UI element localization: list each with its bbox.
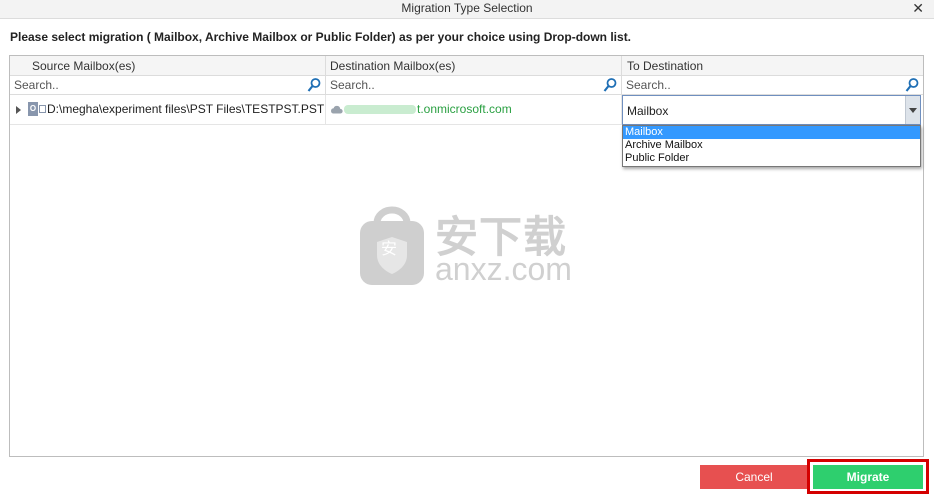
search-icon[interactable] <box>307 77 321 93</box>
column-header-source[interactable]: Source Mailbox(es) <box>10 56 326 76</box>
destination-search-input[interactable] <box>328 77 583 93</box>
pst-file-icon: O <box>28 102 38 116</box>
expand-arrow-icon[interactable] <box>16 106 21 114</box>
source-search-input[interactable] <box>12 77 284 93</box>
option-archive-mailbox[interactable]: Archive Mailbox <box>623 139 920 152</box>
close-icon[interactable]: ✕ <box>912 0 924 17</box>
watermark: 安 安下载 anxz.com <box>357 205 577 290</box>
to-destination-search-cell <box>622 76 923 95</box>
search-icon[interactable] <box>603 77 617 93</box>
watermark-url: anxz.com <box>435 251 572 287</box>
dropdown-arrow-icon[interactable] <box>905 96 920 124</box>
migration-type-dropdown: Mailbox Archive Mailbox Public Folder <box>622 125 921 167</box>
search-icon[interactable] <box>905 77 919 93</box>
source-search-cell <box>10 76 326 95</box>
column-header-to-destination[interactable]: To Destination <box>622 56 923 76</box>
source-path: D:\megha\experiment files\PST Files\TEST… <box>47 102 325 116</box>
option-public-folder[interactable]: Public Folder <box>623 152 920 165</box>
table-row-source-cell[interactable]: O D:\megha\experiment files\PST Files\TE… <box>10 95 326 125</box>
table-row-destination-cell[interactable]: t.onmicrosoft.com <box>326 95 622 125</box>
destination-email-domain: t.onmicrosoft.com <box>417 102 512 116</box>
cloud-icon <box>331 105 343 114</box>
destination-email: t.onmicrosoft.com <box>344 102 512 116</box>
cancel-button[interactable]: Cancel <box>700 465 808 489</box>
watermark-glyph: 安 <box>381 241 398 258</box>
pst-file-small-icon <box>39 105 46 113</box>
migration-type-select[interactable]: Mailbox <box>622 95 921 125</box>
to-destination-search-input[interactable] <box>624 77 884 93</box>
migrate-button[interactable]: Migrate <box>813 465 923 489</box>
title-bar: Migration Type Selection ✕ <box>0 0 934 19</box>
redacted-email-part <box>344 105 416 115</box>
instruction-text: Please select migration ( Mailbox, Archi… <box>10 30 632 44</box>
migration-type-value: Mailbox <box>627 104 669 118</box>
window-title: Migration Type Selection <box>401 1 533 15</box>
option-mailbox[interactable]: Mailbox <box>623 126 920 139</box>
column-header-destination[interactable]: Destination Mailbox(es) <box>326 56 622 76</box>
destination-search-cell <box>326 76 622 95</box>
